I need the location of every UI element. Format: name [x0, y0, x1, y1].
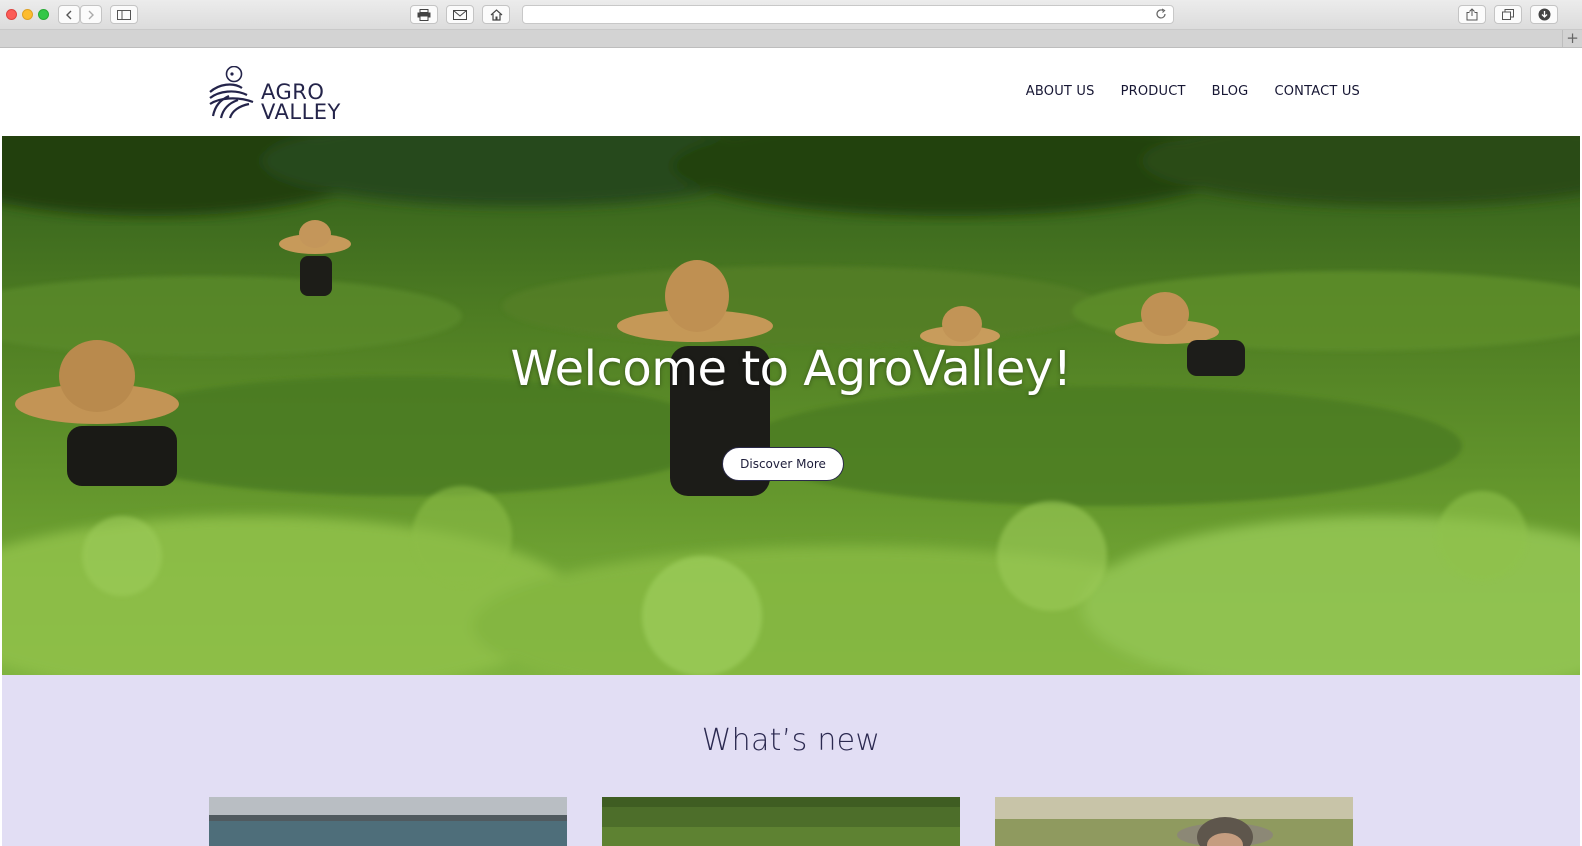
forward-icon — [88, 10, 94, 19]
nav-product[interactable]: PRODUCT — [1121, 84, 1186, 99]
news-card-3-image — [995, 797, 1353, 846]
reload-icon[interactable] — [1155, 8, 1167, 20]
mail-button[interactable] — [446, 5, 474, 24]
tabs-button[interactable] — [1494, 5, 1522, 24]
address-bar[interactable] — [522, 5, 1174, 24]
share-button[interactable] — [1458, 5, 1486, 24]
print-button[interactable] — [410, 5, 438, 24]
news-card-3[interactable] — [995, 797, 1353, 846]
logo-line-2: VALLEY — [261, 100, 341, 124]
tab-strip: + — [0, 30, 1582, 48]
browser-toolbar — [0, 0, 1582, 30]
print-icon — [417, 8, 431, 21]
home-button[interactable] — [482, 5, 510, 24]
site-logo-wordmark: AGRO VALLEY — [261, 80, 341, 124]
nav-contact-us[interactable]: CONTACT US — [1274, 84, 1360, 99]
close-window-button[interactable] — [6, 9, 17, 20]
agrovalley-logo-icon — [209, 66, 254, 119]
back-button[interactable] — [58, 5, 80, 24]
back-icon — [66, 10, 72, 19]
mail-icon — [453, 9, 467, 20]
logo-line-1: AGRO — [261, 80, 325, 104]
discover-more-button[interactable]: Discover More — [722, 447, 844, 481]
news-card-2[interactable] — [602, 797, 960, 846]
downloads-button[interactable] — [1530, 5, 1558, 24]
nav-blog[interactable]: BLOG — [1212, 84, 1249, 99]
nav-about-us[interactable]: ABOUT US — [1026, 84, 1095, 99]
site-header: AGRO VALLEY ABOUT US PRODUCT BLOG CONTAC… — [2, 48, 1580, 136]
site-logo[interactable]: AGRO VALLEY — [209, 66, 359, 124]
news-card-1[interactable] — [209, 797, 567, 846]
main-nav: ABOUT US PRODUCT BLOG CONTACT US — [1026, 84, 1360, 99]
section-title: What’s new — [701, 723, 881, 758]
download-icon — [1538, 8, 1550, 21]
new-tab-button[interactable]: + — [1562, 30, 1582, 48]
hero-section: Welcome to AgroValley! Discover More — [2, 136, 1580, 675]
home-icon — [490, 8, 502, 21]
share-icon — [1466, 8, 1478, 21]
web-page: AGRO VALLEY ABOUT US PRODUCT BLOG CONTAC… — [2, 48, 1580, 846]
zoom-window-button[interactable] — [38, 9, 49, 20]
forward-button[interactable] — [80, 5, 102, 24]
news-card-1-image — [209, 797, 567, 846]
whats-new-section: What’s new — [2, 675, 1580, 846]
hero-title: Welcome to AgroValley! — [510, 341, 1073, 397]
tabs-icon — [1502, 9, 1514, 20]
sidebar-icon — [117, 9, 131, 20]
minimize-window-button[interactable] — [22, 9, 33, 20]
sidebar-button[interactable] — [110, 5, 138, 24]
news-card-2-image — [602, 797, 960, 846]
hero-background-image — [2, 136, 1580, 675]
